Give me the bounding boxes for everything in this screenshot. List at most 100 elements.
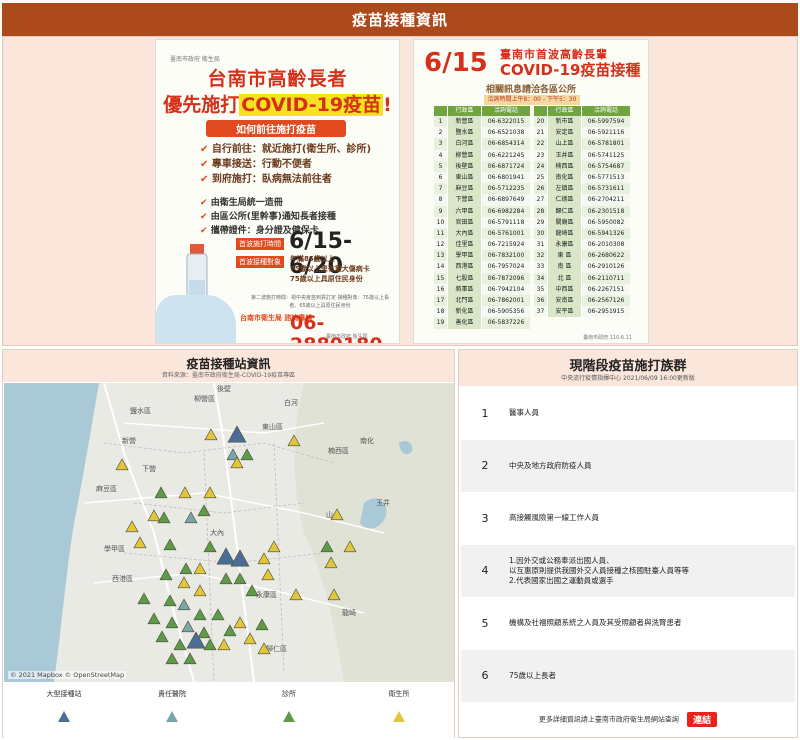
group-description: 1.因外交或公務奉派出國人員、 以互惠原則提供我國外交人員接種之核國駐臺人員等等… [509,556,795,586]
clinic-marker[interactable] [163,594,177,607]
clinic-marker[interactable] [173,638,187,651]
district-name: 佳里區 [448,239,482,251]
health-center-marker[interactable] [257,552,271,565]
district-number: 31 [534,239,548,251]
district-name: 楠西區 [548,160,582,172]
clinic-marker[interactable] [219,572,233,585]
district-name: 關廟區 [548,216,582,228]
legend-item-health-center: 衛生所 [354,689,444,722]
district-phone: 06-5731611 [587,185,625,193]
clinic-marker[interactable] [154,486,168,499]
clinic-marker[interactable] [155,630,169,643]
district-name: 南化區 [548,171,582,184]
clinic-marker[interactable] [203,540,217,553]
district-number: 35 [534,283,548,295]
district-row: 28 歸仁區 06-2301518 [534,205,630,217]
page-title: 疫苗接種資訊 [351,11,448,29]
district-number: 2 [434,127,448,139]
step-item: 由衛生局統一造冊 [200,196,390,210]
district-row: 2 鹽水區 06-6521038 [434,127,530,139]
group-description-line: 2.代表國家出國之運動員或選手 [509,575,614,585]
health-center-marker[interactable] [177,576,191,589]
mountain-area [294,383,454,682]
clinic-marker[interactable] [147,612,161,625]
site-map[interactable]: 鹽水區 柳營區 後壁 白河 新營 東山區 下營 麻豆區 學甲區 西港區 永康區 歸仁區 龍崎 大內 南化 玉井… [4,383,454,682]
district-row: 5 後壁區 06-6871724 [434,160,530,172]
health-center-marker[interactable] [233,616,247,629]
district-number: 9 [434,205,448,217]
district-row: 35 中西區 06-2267151 [534,283,630,295]
clinic-marker[interactable] [203,638,217,651]
clinic-marker[interactable] [233,572,247,585]
link-button[interactable]: 連結 [687,712,718,727]
road [123,422,325,434]
group-row: 4 1.因外交或公務奉派出國人員、 以互惠原則提供我國外交人員接種之核國駐臺人員等… [461,544,795,597]
clinic-marker[interactable] [255,618,269,631]
district-row: 1 新營區 06-6322015 [434,116,530,128]
triangle-icon [166,711,178,722]
district-row: 31 永康區 06-2010308 [534,239,630,251]
map-attribution[interactable]: © 2021 Mapbox © OpenStreetMap [8,671,127,679]
group-description: 75歲以上長者 [509,671,795,681]
clinic-marker[interactable] [197,626,211,639]
second-wave-note: 第二波施打時間：視中央疫苗到貨訂定 接種對象：75歲以上長者、65歲以上具原住民… [251,295,389,309]
district-name: 官田區 [448,216,482,228]
district-name: 下營區 [448,194,482,206]
health-center-marker[interactable] [193,584,207,597]
hospital-marker[interactable] [177,598,191,611]
clinic-marker[interactable] [159,568,173,581]
clinic-marker[interactable] [137,592,151,605]
district-name: 東 區 [548,250,582,262]
district-row: 26 左鎮區 06-5731611 [534,183,630,195]
clinic-marker[interactable] [163,538,177,551]
district-phone: 06-5941326 [587,229,625,237]
map-canvas[interactable]: 鹽水區 柳營區後壁白河新營 東山區下營麻豆區學甲區西港區永康區歸仁區 龍崎 大內 南化玉井… [4,383,454,682]
clinic-marker[interactable] [179,562,193,575]
glove-hand-image [156,295,236,343]
district-row: 8 下營區 06-6897649 [434,194,530,206]
district-phone: 06-7872096 [487,274,525,282]
target-item: 75歲以上患有重大傷病卡 [290,265,370,273]
health-center-marker[interactable] [193,562,207,575]
hospital-marker[interactable] [184,511,198,524]
health-center-marker[interactable] [267,540,281,553]
clinic-marker[interactable] [240,448,254,461]
elderly-vaccination-poster[interactable]: 臺南市政府 衛生局 台南市高齡長者 優先施打 COVID-19疫苗! 如何前往施打… [155,39,400,344]
health-center-marker[interactable] [217,638,231,651]
health-center-marker[interactable] [178,486,192,499]
target-item: 75歲以上具原住民身份 [290,275,363,283]
group-number: 2 [481,459,489,473]
group-description-line: 以互惠原則提供我國外交人員接種之核國駐臺人員等等 [509,565,689,575]
district-phone: 06-5905356 [487,308,525,316]
district-contact-poster[interactable]: 6/15 臺南市首波高齡長輩 COVID-19疫苗接種 相關訊息請洽各區公所 洽… [413,39,649,344]
health-center-marker[interactable] [243,632,257,645]
clinic-marker[interactable] [193,608,207,621]
clinic-marker[interactable] [223,624,237,637]
large-site-marker[interactable] [216,547,236,565]
district-row: 37 安平區 06-2951915 [534,306,630,318]
map-place-label: 後壁 [217,384,231,393]
large-site-marker[interactable] [230,549,250,567]
large-site-marker[interactable] [227,425,247,443]
district-row: 3 白河區 06-6854314 [434,138,530,150]
hospital-marker[interactable] [181,620,195,633]
clinic-marker[interactable] [211,608,225,621]
clinic-marker[interactable] [157,511,171,524]
district-phone: 06-6801941 [487,173,525,181]
poster-title-suffix: ! [383,94,392,116]
district-row: 22 山上區 06-5781801 [534,138,630,150]
triangle-icon [393,711,405,722]
district-name: 鹽水區 [448,127,482,139]
health-center-marker[interactable] [147,509,161,522]
legend-item-hospital: 責任醫院 [127,689,217,722]
district-row: 10 官田區 06-5791118 [434,216,530,228]
poster-subtitle: 相關訊息請洽各區公所 [485,85,576,95]
health-center-marker[interactable] [261,568,275,581]
district-name: 麻豆區 [448,183,482,195]
health-center-marker[interactable] [133,536,147,549]
health-center-marker[interactable] [125,520,139,533]
clinic-marker[interactable] [165,652,179,665]
district-number: 18 [434,306,448,318]
health-center-marker[interactable] [204,428,218,441]
vaccination-site-map-card: 疫苗接種站資訊 資料來源：臺南市政府衛生局-COVID-19疫苗專區 鹽水區 柳營… [2,349,455,738]
